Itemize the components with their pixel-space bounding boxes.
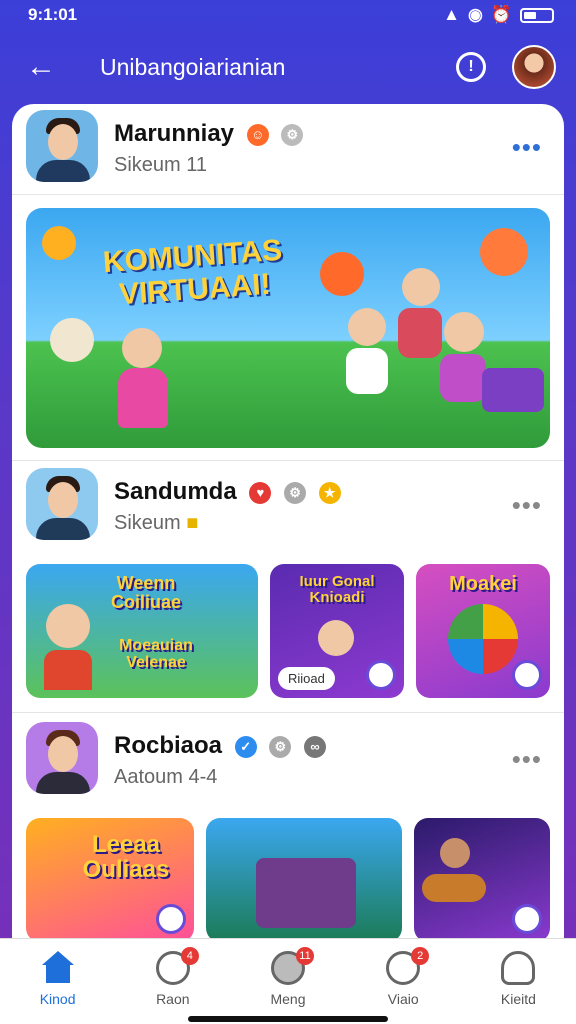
post-thumbnail[interactable]: Iuur Gonal Knioadi Riioad — [270, 564, 404, 698]
star-badge-icon: ★ — [318, 481, 341, 504]
nav-search[interactable]: 4 Raon — [115, 939, 230, 1024]
post-subtitle: Aatoum 4-4 — [114, 766, 218, 788]
post-thumbnail[interactable] — [414, 818, 550, 942]
divider — [12, 460, 564, 461]
more-options-icon[interactable]: ••• — [512, 744, 542, 775]
lock-icon: ■ — [186, 512, 199, 534]
nav-label: Viaio — [387, 991, 419, 1007]
toy-box-illustration — [482, 368, 544, 412]
settings-badge-icon: ⚙ — [269, 735, 292, 758]
wifi-icon: ◉ — [467, 5, 483, 24]
notification-count: 4 — [180, 947, 199, 965]
alarm-icon: ⏰ — [490, 5, 512, 24]
post-thumbnail[interactable]: Leeaa Ouliaas — [26, 818, 194, 942]
nav-label: Raon — [156, 991, 190, 1007]
play-icon[interactable] — [156, 904, 186, 934]
thumbnail-title: Weenn Coiliuae — [110, 573, 181, 612]
sun-illustration — [42, 226, 76, 260]
post-author-name[interactable]: Marunniay ☺ ⚙ — [114, 120, 304, 148]
character-illustration — [444, 312, 484, 352]
character-illustration — [346, 348, 388, 394]
thumbnail-title: Moakei — [449, 573, 517, 595]
arcade-illustration — [256, 858, 356, 928]
top-header: ← Unibangoiarianian ! — [0, 40, 576, 96]
home-indicator — [188, 1016, 388, 1022]
battery-icon — [520, 7, 554, 23]
signal-icon: ▲ — [443, 5, 460, 24]
link-badge-icon: ∞ — [304, 735, 327, 758]
page-title: Unibangoiarianian — [100, 54, 286, 80]
emoji-badge-icon: ☺ — [246, 123, 269, 146]
settings-badge-icon: ⚙ — [281, 123, 304, 146]
character-illustration — [118, 368, 168, 428]
post-thumbnail[interactable]: Moakei — [416, 564, 550, 698]
alert-icon[interactable]: ! — [456, 52, 486, 82]
avatar[interactable] — [26, 110, 98, 182]
profile-avatar[interactable] — [512, 45, 556, 89]
status-icons: ▲ ◉ ⏰ — [443, 5, 554, 25]
post-author-name[interactable]: Rocbiaoa ✓ ⚙ ∞ — [114, 732, 327, 760]
back-arrow-icon[interactable]: ← — [26, 50, 56, 84]
post-header: Marunniay ☺ ⚙ Sikeum 11 ••• — [12, 110, 564, 190]
nav-label: Kinod — [39, 991, 76, 1007]
heart-badge-icon: ♥ — [249, 481, 272, 504]
guitar-illustration — [422, 874, 486, 902]
post-author-name[interactable]: Sandumda ♥ ⚙ ★ — [114, 478, 341, 506]
post-subtitle: Sikeum ■ — [114, 512, 199, 534]
thumbnail-subtitle: Moeauian Velenae — [119, 637, 193, 671]
feed-card: Marunniay ☺ ⚙ Sikeum 11 ••• KOMUNITAS VI… — [12, 104, 564, 1024]
avatar[interactable] — [26, 468, 98, 540]
post-header: Rocbiaoa ✓ ⚙ ∞ Aatoum 4-4 ••• — [12, 722, 564, 802]
divider — [12, 194, 564, 195]
nav-profile[interactable]: Kieitd — [461, 939, 576, 1024]
featured-banner[interactable]: KOMUNITAS VIRTUAAI! — [26, 208, 550, 448]
play-icon[interactable] — [366, 660, 396, 690]
play-icon[interactable] — [512, 660, 542, 690]
avatar[interactable] — [26, 722, 98, 794]
sun-illustration — [320, 252, 364, 296]
nav-messages[interactable]: 11 Meng — [230, 939, 345, 1024]
post-header: Sandumda ♥ ⚙ ★ Sikeum ■ ••• — [12, 468, 564, 548]
nav-home[interactable]: Kinod — [0, 939, 115, 1024]
person-icon — [501, 951, 536, 985]
notification-count: 2 — [411, 947, 430, 965]
character-illustration — [440, 838, 470, 868]
character-illustration — [318, 620, 354, 656]
status-bar: 9:1:01 ▲ ◉ ⏰ — [0, 0, 576, 30]
character-illustration — [122, 328, 162, 368]
status-time: 9:1:01 — [28, 5, 78, 24]
verified-badge-icon: ✓ — [234, 735, 257, 758]
banner-title: KOMUNITAS VIRTUAAI! — [101, 233, 284, 312]
home-icon — [41, 951, 74, 983]
character-illustration — [402, 268, 440, 306]
nav-label: Kieitd — [500, 991, 536, 1007]
play-icon[interactable] — [512, 904, 542, 934]
settings-badge-icon: ⚙ — [284, 481, 307, 504]
sun-illustration — [480, 228, 528, 276]
character-illustration — [50, 318, 94, 362]
character-illustration — [398, 308, 442, 358]
post-subtitle: Sikeum 11 — [114, 154, 208, 176]
more-options-icon[interactable]: ••• — [512, 132, 542, 163]
more-options-icon[interactable]: ••• — [512, 490, 542, 521]
nav-video[interactable]: 2 Viaio — [346, 939, 461, 1024]
thumbnail-title: Iuur Gonal Knioadi — [299, 573, 375, 606]
character-illustration — [348, 308, 386, 346]
character-illustration — [440, 354, 486, 402]
post-thumbnail[interactable]: Weenn Coiliuae Moeauian Velenae — [26, 564, 258, 698]
notification-count: 11 — [296, 947, 314, 965]
nav-label: Meng — [270, 991, 306, 1007]
bottom-nav: Kinod 4 Raon 11 Meng 2 Viaio Kieitd — [0, 938, 576, 1024]
character-illustration — [44, 650, 92, 690]
thumbnail-chip: Riioad — [278, 667, 335, 690]
post-thumbnail[interactable] — [206, 818, 402, 942]
wheel-illustration — [448, 604, 518, 674]
character-illustration — [46, 604, 90, 648]
divider — [12, 712, 564, 713]
thumbnail-title: Leeaa Ouliaas — [82, 831, 170, 884]
